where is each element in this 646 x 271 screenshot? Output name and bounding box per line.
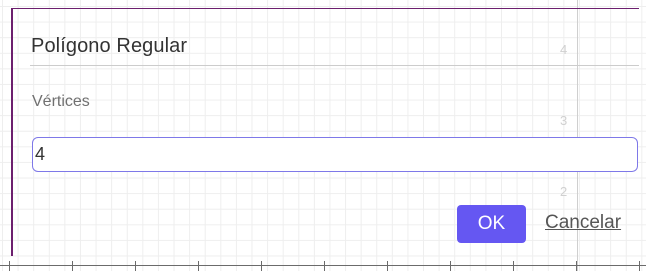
x-axis-tick — [576, 261, 577, 271]
x-axis-tick — [72, 261, 73, 271]
cancel-link[interactable]: Cancelar — [545, 212, 621, 234]
x-axis-tick — [324, 261, 325, 271]
x-axis-tick — [198, 261, 199, 271]
x-axis-tick — [135, 261, 136, 271]
x-axis-tick — [261, 261, 262, 271]
vertices-input[interactable] — [32, 137, 638, 172]
x-axis-tick — [450, 261, 451, 271]
vertices-label: Vértices — [32, 93, 90, 110]
title-divider — [30, 65, 639, 66]
regular-polygon-dialog: Polígono Regular Vértices OK Cancelar — [11, 8, 639, 256]
dialog-title: Polígono Regular — [31, 35, 188, 57]
x-axis-tick — [9, 261, 10, 271]
x-axis-tick — [513, 261, 514, 271]
x-axis-tick — [387, 261, 388, 271]
x-axis-tick — [639, 261, 640, 271]
x-axis — [0, 265, 646, 266]
ok-button[interactable]: OK — [457, 205, 526, 243]
